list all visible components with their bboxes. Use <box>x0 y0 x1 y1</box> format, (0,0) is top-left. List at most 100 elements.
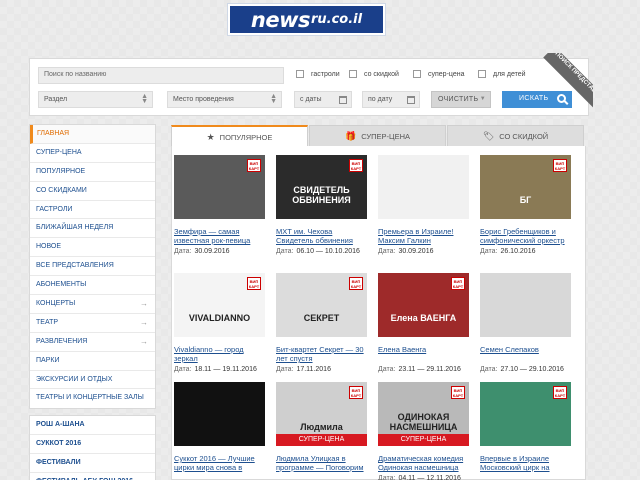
venue-select[interactable]: Место проведения ▲ ▼ <box>167 91 282 108</box>
sidebar-item-label: ТЕАТР <box>36 318 59 326</box>
sidebar-item[interactable]: ТЕАТР → <box>30 314 155 333</box>
event-thumbnail[interactable]: ВИП КАРТ <box>480 382 571 446</box>
event-title-link[interactable]: Суккот 2016 — Лучшие цирки мира снова в … <box>174 454 265 472</box>
vip-card-badge: ВИП КАРТ <box>349 386 363 399</box>
sidebar-item-label: АБОНЕМЕНТЫ <box>36 281 87 289</box>
event-title-link[interactable]: Елена Ваенга <box>378 345 469 363</box>
vip-card-badge: ВИП КАРТ <box>349 159 363 172</box>
event-title-link[interactable]: Драматическая комедия Одинокая насмешниц… <box>378 454 469 472</box>
super-price-label: СУПЕР-ЦЕНА <box>400 436 447 443</box>
sidebar-item[interactable]: ФЕСТИВАЛЬ АБУ-ГОШ 2016 <box>30 473 155 480</box>
event-thumbnail[interactable]: БГ ВИП КАРТ <box>480 155 571 219</box>
search-input[interactable]: Поиск по названию <box>38 67 284 84</box>
event-title-link[interactable]: Впервые в Израиле Московский цирк на сце… <box>480 454 571 472</box>
event-card[interactable]: ВИП КАРТ Впервые в Израиле Московский цир… <box>480 382 571 472</box>
category-tabs: ★ ПОПУЛЯРНОЕ 🎁 СУПЕР-ЦЕНА 🏷 СО СКИДКОЙ <box>171 125 586 147</box>
tab-super-price[interactable]: 🎁 СУПЕР-ЦЕНА <box>309 125 446 147</box>
event-date-value: 23.11 — 29.11.2016 <box>398 366 461 373</box>
corner-ribbon: ПОИСК ПРЕДСТАВЛЕНИЙ <box>531 53 593 115</box>
event-card[interactable]: VIVALDIANNO ВИП КАРТ Vivaldianno — город з… <box>174 273 265 373</box>
sidebar-item[interactable]: БЛИЖАЙШАЯ НЕДЕЛЯ <box>30 219 155 239</box>
event-date-label: Дата: <box>480 248 498 255</box>
sidebar-item[interactable]: АБОНЕМЕНТЫ <box>30 276 155 296</box>
event-card[interactable]: Премьера в Израиле! Максим Галкин Дата: 30… <box>378 155 469 255</box>
date-to-field[interactable]: по дату <box>362 91 420 108</box>
event-title-link[interactable]: Премьера в Израиле! Максим Галкин <box>378 227 469 245</box>
sidebar-item[interactable]: ПОПУЛЯРНОЕ <box>30 163 155 182</box>
event-title-link[interactable]: Борис Гребенщиков и симфонический оркест… <box>480 227 571 245</box>
tab-discount[interactable]: 🏷 СО СКИДКОЙ <box>447 125 584 147</box>
sidebar-item[interactable]: ТЕАТРЫ И КОНЦЕРТНЫЕ ЗАЛЫ <box>30 389 155 408</box>
checkbox-box[interactable] <box>349 70 357 78</box>
checkbox-tours[interactable]: гастроли <box>296 70 340 78</box>
event-title-link[interactable]: Земфира — самая известная рок-певица <box>174 227 265 245</box>
event-thumbnail[interactable]: СЕКРЕТ ВИП КАРТ <box>276 273 367 337</box>
sidebar-item[interactable]: ФЕСТИВАЛИ <box>30 454 155 474</box>
event-date: Дата: 17.11.2016 <box>276 366 367 373</box>
event-date: Дата: 18.11 — 19.11.2016 <box>174 366 265 373</box>
event-title-link[interactable]: Семен Слепаков <box>480 345 571 363</box>
event-thumbnail[interactable]: ОДИНОКАЯ НАСМЕШНИЦА ВИП КАРТ СУПЕР-ЦЕНА <box>378 382 469 446</box>
date-from-field[interactable]: с даты <box>294 91 352 108</box>
checkbox-kids[interactable]: для детей <box>478 70 526 78</box>
sidebar-item[interactable]: СО СКИДКАМИ <box>30 182 155 201</box>
event-card[interactable]: БГ ВИП КАРТ Борис Гребенщиков и симфоничес… <box>480 155 571 255</box>
event-card[interactable]: ВИП КАРТ Земфира — самая известная рок-пе… <box>174 155 265 255</box>
tab-label: ПОПУЛЯРНОЕ <box>219 132 273 142</box>
event-date: Дата: 23.11 — 29.11.2016 <box>378 366 469 373</box>
sidebar-item[interactable]: ГАСТРОЛИ <box>30 201 155 220</box>
checkbox-box[interactable] <box>413 70 421 78</box>
sidebar-item[interactable]: СУККОТ 2016 <box>30 435 155 455</box>
super-price-label: СУПЕР-ЦЕНА <box>298 436 345 443</box>
calendar-icon[interactable] <box>339 96 347 104</box>
checkbox-label: со скидкой <box>364 70 399 78</box>
chevron-down-icon: ▼ <box>479 96 486 102</box>
sidebar-item-label: ВСЕ ПРЕДСТАВЛЕНИЯ <box>36 262 114 270</box>
event-thumbnail[interactable] <box>378 155 469 219</box>
event-card[interactable]: СВИДЕТЕЛЬ ОБВИНЕНИЯ ВИП КАРТ МХТ им. Чехов… <box>276 155 367 255</box>
event-card[interactable]: ОДИНОКАЯ НАСМЕШНИЦА ВИП КАРТ СУПЕР-ЦЕНА Дра… <box>378 382 469 480</box>
event-thumbnail[interactable]: Людмила ВИП КАРТ СУПЕР-ЦЕНА <box>276 382 367 446</box>
sidebar-item[interactable]: ПАРКИ <box>30 352 155 371</box>
sidebar-item[interactable]: ГЛАВНАЯ <box>30 125 155 144</box>
event-title-link[interactable]: МХТ им. Чехова Свидетель обвинения <box>276 227 367 245</box>
sidebar-item-label: РОШ А-ШАНА <box>36 421 85 429</box>
event-thumbnail[interactable]: СВИДЕТЕЛЬ ОБВИНЕНИЯ ВИП КАРТ <box>276 155 367 219</box>
logo-mark: news ru.co.il <box>230 6 383 33</box>
event-thumbnail[interactable] <box>480 273 571 337</box>
calendar-icon[interactable] <box>407 96 415 104</box>
event-date: Дата: 04.11 — 12.11.2016 <box>378 475 469 480</box>
tab-popular[interactable]: ★ ПОПУЛЯРНОЕ <box>171 125 308 147</box>
event-thumbnail[interactable] <box>174 382 265 446</box>
event-card[interactable]: СЕКРЕТ ВИП КАРТ Бит-квартет Секрет — 30 ле… <box>276 273 367 373</box>
search-panel: Поиск по названию гастроли со скидкой су… <box>29 58 589 116</box>
sidebar-item[interactable]: КОНЦЕРТЫ → <box>30 295 155 314</box>
checkbox-super-price[interactable]: супер-цена <box>413 70 465 78</box>
event-thumbnail[interactable]: Елена ВАЕНГА ВИП КАРТ <box>378 273 469 337</box>
sidebar-item[interactable]: СУПЕР-ЦЕНА <box>30 144 155 163</box>
section-select[interactable]: Раздел ▲ ▼ <box>38 91 153 108</box>
event-title-link[interactable]: Бит-квартет Секрет — 30 лет спустя <box>276 345 367 363</box>
sidebar-item[interactable]: РОШ А-ШАНА <box>30 416 155 436</box>
event-date-label: Дата: <box>480 366 498 373</box>
sidebar-item[interactable]: ЭКСКУРСИИ И ОТДЫХ <box>30 371 155 390</box>
event-card[interactable]: Людмила ВИП КАРТ СУПЕР-ЦЕНА Людмила Улицкая… <box>276 382 367 472</box>
sidebar-item[interactable]: РАЗВЛЕЧЕНИЯ → <box>30 333 155 352</box>
corner-ribbon-text: ПОИСК ПРЕДСТАВЛЕНИЙ <box>543 53 593 115</box>
event-thumbnail[interactable]: ВИП КАРТ <box>174 155 265 219</box>
event-thumbnail[interactable]: VIVALDIANNO ВИП КАРТ <box>174 273 265 337</box>
event-card[interactable]: Елена ВАЕНГА ВИП КАРТ Елена Ваенга Дата: 23.… <box>378 273 469 373</box>
checkbox-box[interactable] <box>478 70 486 78</box>
checkbox-discount[interactable]: со скидкой <box>349 70 399 78</box>
checkbox-box[interactable] <box>296 70 304 78</box>
site-logo[interactable]: news ru.co.il <box>227 3 386 36</box>
clear-button[interactable]: ОЧИСТИТЬ ▼ <box>431 91 491 108</box>
event-card[interactable]: Суккот 2016 — Лучшие цирки мира снова в … <box>174 382 265 472</box>
event-title-link[interactable]: Vivaldianno — город зеркал <box>174 345 265 363</box>
event-title-link[interactable]: Людмила Улицкая в программе — Поговорим … <box>276 454 367 472</box>
sidebar-item[interactable]: НОВОЕ <box>30 238 155 258</box>
vip-card-badge: ВИП КАРТ <box>349 277 363 290</box>
event-date-label: Дата: <box>174 248 192 255</box>
event-card[interactable]: Семен Слепаков Дата: 27.10 — 29.10.2016 <box>480 273 571 373</box>
sidebar-item[interactable]: ВСЕ ПРЕДСТАВЛЕНИЯ <box>30 257 155 277</box>
